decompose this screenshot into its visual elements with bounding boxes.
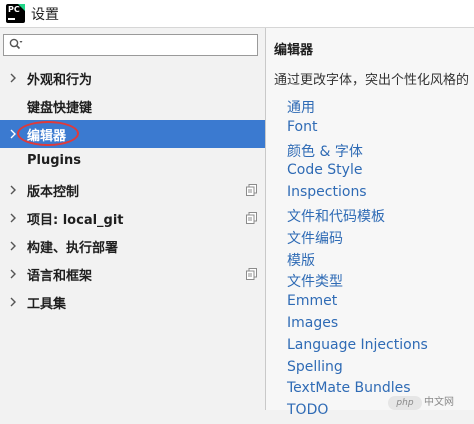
window-title: 设置 [31, 7, 59, 23]
editor-content-panel: 编辑器 通过更改字体，突出个性化风格的 通用 Font 颜色 & 字体 Code St… [266, 28, 474, 418]
watermark-logo: php [388, 396, 422, 410]
chevron-right-icon[interactable] [8, 241, 18, 251]
sidebar-item-label: 版本控制 [27, 185, 80, 200]
project-scope-icon [246, 212, 257, 224]
sidebar-item-label: 外观和行为 [27, 73, 93, 88]
title-bar: PC 设置 [0, 0, 474, 28]
sidebar-item[interactable]: 版本控制 [0, 176, 265, 204]
pycharm-logo-icon: PC [6, 4, 25, 23]
settings-sidebar: 外观和行为键盘快捷键编辑器 Plugins 版本控制项目: local_git 构建、… [0, 28, 266, 410]
chevron-right-icon[interactable] [8, 185, 18, 195]
content-title: 编辑器 [274, 43, 314, 58]
editor-subpage-links: 通用 Font 颜色 & 字体 Code Style Inspections 文件和代码模… [287, 97, 428, 424]
chevron-right-icon[interactable] [8, 213, 18, 223]
sidebar-item-label: Plugins [27, 153, 81, 168]
editor-subpage-link[interactable]: Language Injections [287, 337, 428, 359]
editor-subpage-link[interactable]: 文件和代码模板 [287, 206, 428, 228]
sidebar-item[interactable]: 语言和框架 [0, 260, 265, 288]
sidebar-item[interactable]: 编辑器 [0, 120, 265, 148]
editor-subpage-link[interactable]: Inspections [287, 184, 428, 206]
editor-subpage-link[interactable]: Images [287, 315, 428, 337]
chevron-right-icon[interactable] [8, 73, 18, 83]
project-scope-icon [246, 268, 257, 280]
logo-underscore [8, 18, 15, 20]
project-scope-icon [246, 184, 257, 196]
editor-subpage-link[interactable]: 通用 [287, 97, 428, 119]
editor-subpage-link[interactable]: Font [287, 119, 428, 141]
content-description: 通过更改字体，突出个性化风格的 [274, 73, 470, 88]
editor-subpage-link[interactable]: 模版 [287, 250, 428, 272]
sidebar-item[interactable]: 构建、执行部署 [0, 232, 265, 260]
sidebar-item-label: 工具集 [27, 297, 67, 312]
editor-subpage-link[interactable]: 颜色 & 字体 [287, 141, 428, 163]
sidebar-item[interactable]: 键盘快捷键 [0, 92, 265, 120]
search-box[interactable] [3, 34, 258, 56]
sidebar-item-label: 语言和框架 [27, 269, 93, 284]
logo-text: PC [8, 5, 20, 14]
editor-subpage-link[interactable]: Emmet [287, 293, 428, 315]
sidebar-item[interactable]: 项目: local_git [0, 204, 265, 232]
sidebar-item-label: 项目: local_git [27, 213, 124, 228]
search-input[interactable] [32, 37, 252, 53]
editor-subpage-link[interactable]: Code Style [287, 162, 428, 184]
annotation-circle [17, 121, 79, 146]
sidebar-item[interactable]: 工具集 [0, 288, 265, 316]
chevron-right-icon[interactable] [8, 297, 18, 307]
sidebar-item[interactable]: 外观和行为 [0, 64, 265, 92]
search-icon [9, 38, 23, 50]
watermark-text: 中文网 [424, 397, 454, 408]
chevron-right-icon[interactable] [8, 269, 18, 279]
editor-subpage-link[interactable]: 文件类型 [287, 271, 428, 293]
watermark: php 中文网 [388, 396, 474, 410]
editor-subpage-link[interactable]: Spelling [287, 359, 428, 381]
editor-subpage-link[interactable]: 文件编码 [287, 228, 428, 250]
sidebar-item-label: 键盘快捷键 [27, 101, 93, 116]
sidebar-item[interactable]: Plugins [0, 148, 265, 176]
sidebar-item-label: 构建、执行部署 [27, 241, 119, 256]
